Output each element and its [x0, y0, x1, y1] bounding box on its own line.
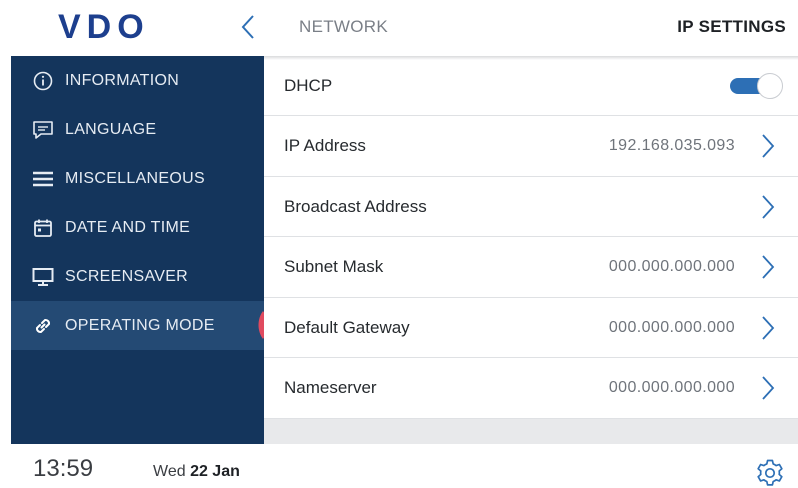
sidebar-item-label: INFORMATION	[65, 71, 180, 89]
nameserver-row[interactable]: Nameserver 000.000.000.000	[264, 358, 798, 419]
header-shadow	[264, 56, 798, 60]
sidebar-item-label: OPERATING MODE	[65, 316, 215, 334]
clock-day: Wed	[153, 463, 186, 480]
clock-date: Wed 22 Jan	[153, 463, 240, 481]
subnet-mask-row[interactable]: Subnet Mask 000.000.000.000	[264, 237, 798, 298]
dhcp-toggle[interactable]	[728, 72, 784, 100]
default-gateway-row[interactable]: Default Gateway 000.000.000.000	[264, 298, 798, 358]
breadcrumb[interactable]: NETWORK	[299, 17, 388, 37]
row-value: 192.168.035.093	[608, 137, 735, 154]
dhcp-row: DHCP	[264, 56, 798, 116]
row-label: Default Gateway	[284, 317, 410, 337]
status-bar	[0, 444, 798, 488]
clock-time: 13:59	[33, 455, 94, 482]
page-title: IP SETTINGS	[677, 17, 786, 36]
row-value: 000.000.000.000	[608, 258, 735, 275]
chevron-right-icon	[762, 255, 775, 279]
vdo-logo: VDO	[58, 10, 150, 42]
chevron-right-icon	[762, 316, 775, 340]
menu-icon	[31, 167, 55, 191]
sidebar-item-label: LANGUAGE	[65, 120, 157, 138]
chevron-right-icon	[762, 376, 775, 400]
row-label: IP Address	[284, 136, 366, 155]
sidebar-item-information[interactable]: INFORMATION	[11, 56, 264, 105]
link-icon	[31, 314, 55, 338]
header-bar: VDO NETWORK IP SETTINGS	[0, 0, 798, 56]
sidebar-item-miscellaneous[interactable]: MISCELLANEOUS	[11, 154, 264, 203]
chevron-right-icon	[762, 195, 775, 219]
sidebar: INFORMATION LANGUAGE MISCELLANEOUS DATE …	[11, 56, 264, 444]
sidebar-item-language[interactable]: LANGUAGE	[11, 105, 264, 154]
ip-address-row[interactable]: IP Address 192.168.035.093	[264, 116, 798, 177]
row-value: 000.000.000.000	[608, 318, 735, 336]
speech-bubble-icon	[31, 118, 55, 142]
sidebar-item-label: DATE AND TIME	[65, 218, 191, 236]
clock-day-month: 22 Jan	[190, 463, 240, 480]
calendar-icon	[31, 216, 55, 240]
sidebar-item-date-and-time[interactable]: DATE AND TIME	[11, 203, 264, 252]
row-label: Broadcast Address	[284, 196, 427, 216]
info-icon	[31, 69, 55, 93]
chevron-left-icon[interactable]	[236, 12, 262, 42]
sidebar-item-label: MISCELLANEOUS	[65, 169, 205, 187]
broadcast-address-row[interactable]: Broadcast Address	[264, 177, 798, 237]
chevron-right-icon	[762, 134, 775, 158]
logo-text: VDO	[58, 10, 150, 42]
sidebar-item-label: SCREENSAVER	[65, 267, 189, 285]
monitor-icon	[31, 265, 55, 289]
row-label: Subnet Mask	[284, 257, 384, 276]
row-value: 000.000.000.000	[608, 379, 735, 396]
sidebar-item-screensaver[interactable]: SCREENSAVER	[11, 252, 264, 301]
gear-icon[interactable]	[754, 457, 786, 488]
row-label: Nameserver	[284, 378, 377, 397]
dhcp-label: DHCP	[284, 75, 333, 95]
sidebar-item-operating-mode[interactable]: OPERATING MODE	[11, 301, 264, 350]
